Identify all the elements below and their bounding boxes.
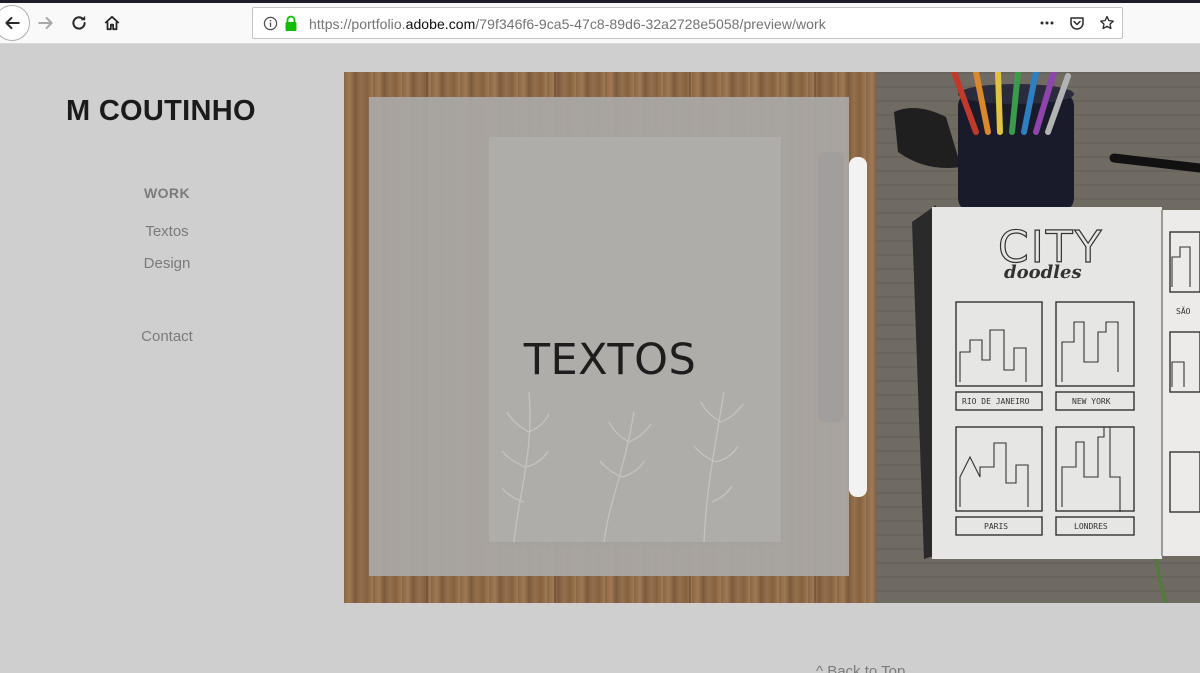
browser-toolbar: https://portfolio.adobe.com/79f346f6-9ca… [0, 3, 1200, 44]
caption-londres: LONDRES [1074, 522, 1108, 531]
back-arrow-icon [5, 16, 20, 30]
address-bar[interactable]: https://portfolio.adobe.com/79f346f6-9ca… [252, 7, 1123, 39]
back-button[interactable] [0, 5, 30, 41]
sketchbook-subtitle: doodles [1004, 262, 1082, 283]
botanical-sketch-image [501, 391, 744, 542]
nav-contact[interactable]: Contact [92, 328, 242, 345]
caption-rio: RIO DE JANEIRO [962, 397, 1030, 406]
url-prefix: https://portfolio. [309, 16, 406, 32]
forward-arrow-icon [38, 16, 53, 30]
sketchbook-photo: CITY doodles RIO DE JANEIRO NEW YORK PAR… [894, 72, 1200, 603]
url-text[interactable]: https://portfolio.adobe.com/79f346f6-9ca… [309, 16, 826, 32]
home-icon [104, 15, 120, 31]
project-tile-design[interactable]: CITY doodles RIO DE JANEIRO NEW YORK PAR… [876, 72, 1200, 603]
page-actions-button[interactable] [1036, 12, 1058, 34]
reload-button[interactable] [63, 7, 95, 39]
site-title[interactable]: M COUTINHO [66, 95, 256, 128]
caption-sao: SÃO [1176, 306, 1191, 316]
home-button[interactable] [96, 7, 128, 39]
nav-textos[interactable]: Textos [92, 223, 242, 240]
bookmark-button[interactable] [1096, 12, 1118, 34]
back-to-top-link[interactable]: ^ Back to Top [816, 663, 905, 673]
pocket-icon [1070, 17, 1084, 30]
url-path: /79f346f6-9ca5-47c8-89d6-32a2728e5058/pr… [475, 16, 826, 32]
url-actions [1036, 12, 1118, 34]
url-domain: adobe.com [405, 16, 476, 32]
project-tile-textos[interactable]: TEXTOS [344, 72, 876, 603]
lock-icon[interactable] [284, 15, 298, 32]
project-label-textos: TEXTOS [523, 335, 697, 385]
bookmark-star-icon [1100, 15, 1114, 30]
portfolio-page: M COUTINHO WORK Textos Design Contact TE… [0, 45, 1200, 673]
svg-text:doodles: doodles [1004, 262, 1082, 283]
info-icon[interactable] [263, 16, 278, 31]
caption-newyork: NEW YORK [1072, 397, 1111, 406]
caption-paris: PARIS [984, 522, 1008, 531]
nav-work[interactable]: WORK [92, 185, 242, 201]
white-pen-image [849, 157, 867, 497]
reload-icon [72, 15, 86, 30]
more-dots-icon [1040, 21, 1054, 25]
forward-button[interactable] [30, 7, 62, 39]
nav-design[interactable]: Design [92, 255, 242, 272]
pocket-button[interactable] [1066, 12, 1088, 34]
